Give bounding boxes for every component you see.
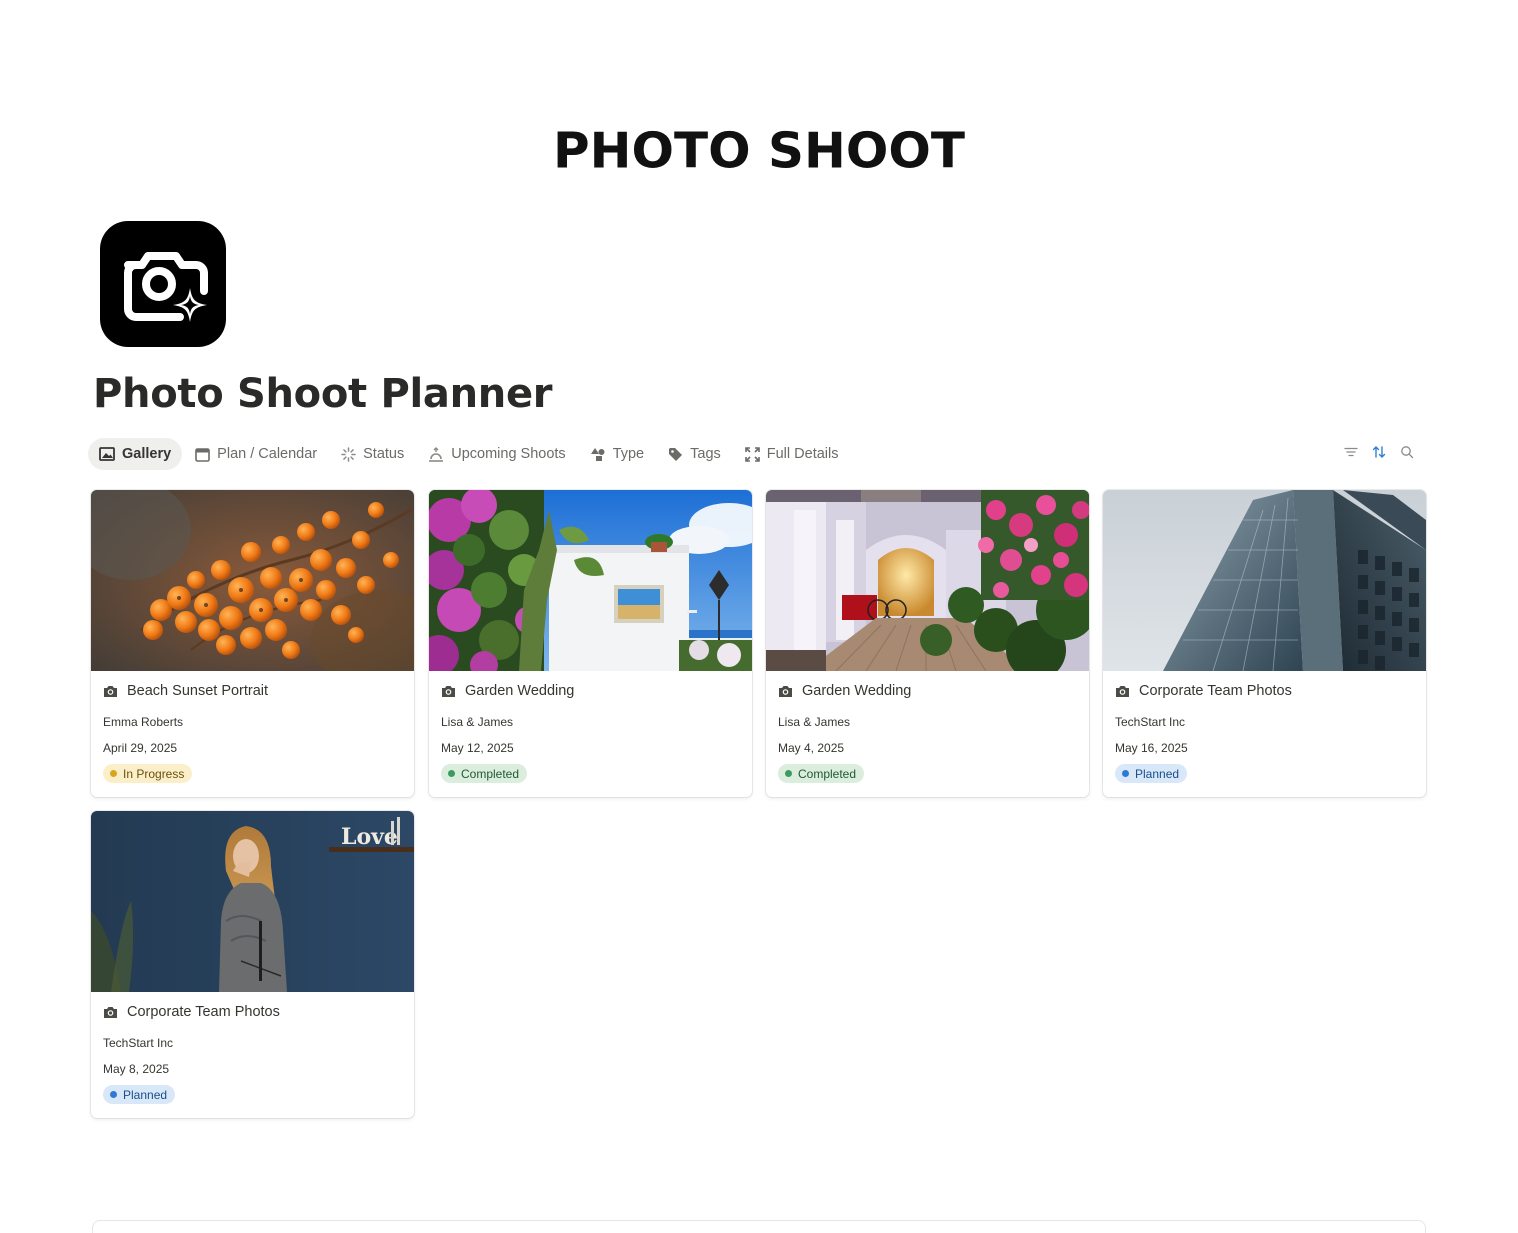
tag-icon bbox=[669, 447, 683, 461]
status-label: Planned bbox=[123, 1087, 168, 1102]
card-title: Corporate Team Photos bbox=[1115, 683, 1292, 699]
status-label: In Progress bbox=[123, 766, 185, 781]
calendar-icon bbox=[195, 447, 210, 462]
tab-tags[interactable]: Tags bbox=[657, 438, 732, 470]
tab-upcoming-shoots[interactable]: Upcoming Shoots bbox=[417, 438, 576, 470]
tab-plan-calendar[interactable]: Plan / Calendar bbox=[184, 438, 328, 470]
camera-icon bbox=[1116, 685, 1129, 697]
gallery-card[interactable]: Beach Sunset Portrait Emma Roberts April… bbox=[91, 490, 414, 797]
card-client: Lisa & James bbox=[441, 715, 514, 729]
card-date: May 8, 2025 bbox=[103, 1062, 170, 1076]
gallery-card[interactable]: Garden Wedding Lisa & James May 4, 2025 … bbox=[766, 490, 1089, 797]
status-dot bbox=[110, 1091, 117, 1098]
tab-label: Plan / Calendar bbox=[217, 446, 318, 462]
status-dot bbox=[1122, 770, 1129, 777]
courtyard-flowers-photo bbox=[766, 490, 1089, 671]
upcoming-icon bbox=[429, 446, 444, 462]
status-label: Completed bbox=[798, 766, 857, 781]
portrait-woman-photo: Love bbox=[91, 811, 414, 992]
status-dot bbox=[448, 770, 455, 777]
status-dot bbox=[785, 770, 792, 777]
status-dot bbox=[110, 770, 117, 777]
tab-label: Gallery bbox=[122, 446, 172, 462]
filter-icon[interactable] bbox=[1344, 445, 1358, 459]
card-title: Garden Wedding bbox=[441, 683, 574, 699]
card-title-text: Beach Sunset Portrait bbox=[127, 683, 269, 699]
status-label: Completed bbox=[461, 766, 520, 781]
cover-heading: PHOTO SHOOT bbox=[553, 122, 965, 180]
tab-label: Status bbox=[363, 446, 405, 462]
shapes-icon bbox=[590, 447, 605, 461]
tab-full-details[interactable]: Full Details bbox=[734, 438, 850, 470]
card-client: Emma Roberts bbox=[103, 715, 184, 729]
status-badge: Planned bbox=[1115, 764, 1188, 783]
sort-icon[interactable] bbox=[1372, 445, 1386, 459]
camera-sparkle-icon[interactable] bbox=[100, 221, 226, 347]
camera-icon bbox=[442, 685, 455, 697]
garden-house-photo bbox=[429, 490, 752, 671]
status-badge: Completed bbox=[441, 764, 528, 783]
tab-label: Type bbox=[612, 446, 645, 462]
search-icon[interactable] bbox=[1400, 445, 1414, 459]
status-label: Planned bbox=[1135, 766, 1180, 781]
tab-type[interactable]: Type bbox=[579, 438, 655, 470]
view-tools bbox=[1344, 445, 1414, 459]
tab-gallery[interactable]: Gallery bbox=[88, 438, 183, 470]
camera-icon bbox=[104, 1006, 117, 1018]
expand-icon bbox=[744, 446, 760, 462]
card-date: May 4, 2025 bbox=[778, 741, 845, 755]
card-client: Lisa & James bbox=[778, 715, 851, 729]
glass-tower-photo bbox=[1103, 490, 1426, 671]
tab-label: Upcoming Shoots bbox=[451, 446, 566, 462]
card-title-text: Garden Wedding bbox=[465, 683, 575, 699]
card-title-text: Corporate Team Photos bbox=[1139, 683, 1292, 699]
card-date: May 12, 2025 bbox=[441, 741, 514, 755]
card-date: April 29, 2025 bbox=[103, 741, 178, 755]
card-title: Corporate Team Photos bbox=[103, 1004, 280, 1020]
shelf-sign-text: Love bbox=[341, 824, 398, 850]
camera-icon bbox=[779, 685, 792, 697]
gallery-card[interactable]: Garden Wedding Lisa & James May 12, 2025… bbox=[429, 490, 752, 797]
tab-status[interactable]: Status bbox=[330, 438, 415, 470]
tab-label: Tags bbox=[690, 446, 721, 462]
view-tabs: Gallery Plan / Calendar Status Upcoming … bbox=[88, 438, 851, 470]
tab-label: Full Details bbox=[766, 446, 839, 462]
gallery-card[interactable]: Corporate Team Photos TechStart Inc May … bbox=[1103, 490, 1426, 797]
gallery-card[interactable]: Love Corporate Team Photos TechStart Inc… bbox=[91, 811, 414, 1118]
status-badge: In Progress bbox=[103, 764, 193, 783]
card-date: May 16, 2025 bbox=[1115, 741, 1188, 755]
card-title: Garden Wedding bbox=[778, 683, 911, 699]
gallery-icon bbox=[99, 447, 115, 461]
next-block-frame bbox=[92, 1220, 1426, 1233]
status-badge: Planned bbox=[103, 1085, 176, 1104]
card-title: Beach Sunset Portrait bbox=[103, 683, 268, 699]
camera-icon bbox=[104, 685, 117, 697]
loading-icon bbox=[341, 446, 356, 462]
status-badge: Completed bbox=[778, 764, 865, 783]
card-client: TechStart Inc bbox=[1115, 715, 1186, 729]
card-client: TechStart Inc bbox=[103, 1036, 174, 1050]
card-title-text: Corporate Team Photos bbox=[127, 1004, 280, 1020]
page-title: Photo Shoot Planner bbox=[93, 371, 553, 417]
orange-berries-photo bbox=[91, 490, 414, 671]
card-title-text: Garden Wedding bbox=[802, 683, 912, 699]
